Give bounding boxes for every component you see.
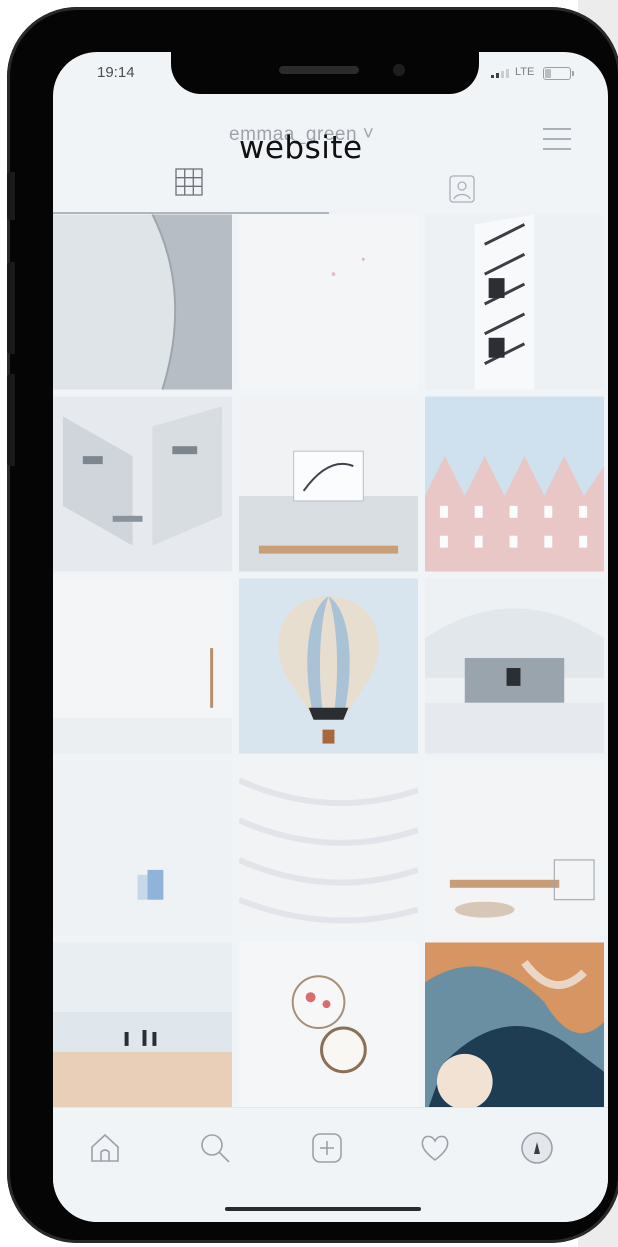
photo-swimmer-orange[interactable] (425, 942, 604, 1118)
photo-white-room[interactable] (53, 578, 232, 754)
photo-foggy-lifeguard-hut[interactable] (53, 760, 232, 936)
photo-framed-art[interactable] (239, 396, 418, 572)
volume-up-button (7, 262, 15, 354)
photo-hot-air-balloon[interactable] (239, 578, 418, 754)
status-time: 19:14 (97, 64, 135, 81)
photo-pink-houses[interactable] (425, 396, 604, 572)
photo-library-atrium[interactable] (53, 396, 232, 572)
network-label: LTE (515, 66, 535, 78)
search-icon[interactable] (197, 1130, 233, 1166)
volume-down-button (7, 374, 15, 466)
bottom-navigation (53, 1107, 608, 1222)
photo-coconut-drink[interactable] (239, 942, 418, 1118)
speaker-grille (279, 66, 359, 74)
photo-curved-wall[interactable] (53, 214, 232, 390)
tagged-photos-icon[interactable] (447, 174, 477, 204)
signal-icon (491, 68, 509, 78)
photo-white-arches[interactable] (239, 760, 418, 936)
add-post-icon[interactable] (309, 1130, 345, 1166)
profile-avatar[interactable] (519, 1130, 555, 1166)
mute-switch (7, 172, 15, 220)
battery-icon (543, 67, 574, 80)
photo-living-room[interactable] (425, 760, 604, 936)
photo-beach-people[interactable] (53, 942, 232, 1118)
home-indicator[interactable] (225, 1207, 421, 1211)
front-camera (393, 64, 405, 76)
home-icon[interactable] (87, 1130, 123, 1166)
phone-frame: 19:14 LTE emmaa_green ˅ website (7, 7, 618, 1243)
website-overlay-title: website (239, 130, 363, 166)
grid-view-icon[interactable] (174, 167, 204, 197)
camera-notch (171, 52, 479, 94)
heart-icon[interactable] (417, 1130, 453, 1166)
phone-screen: 19:14 LTE emmaa_green ˅ website (53, 52, 608, 1222)
photo-gallery-hall[interactable] (425, 578, 604, 754)
photo-staircase[interactable] (425, 214, 604, 390)
hamburger-menu-icon[interactable] (543, 128, 571, 150)
photo-white-minimal[interactable] (239, 214, 418, 390)
